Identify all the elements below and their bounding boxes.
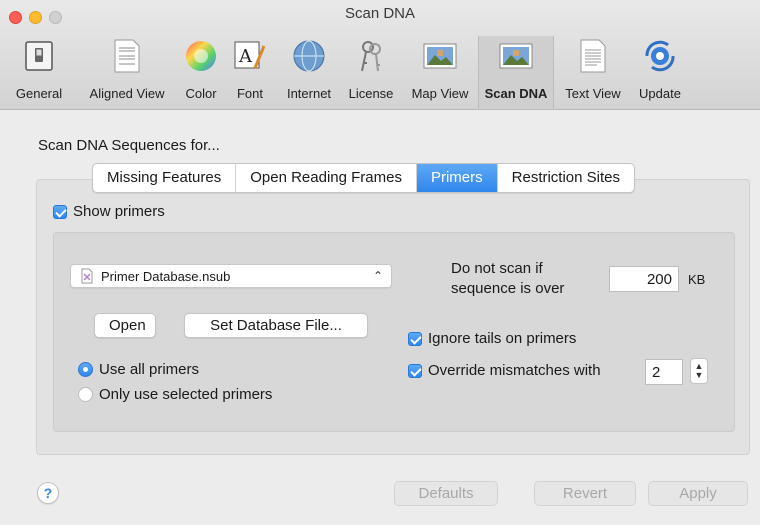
scan-limit-label: Do not scan if sequence is over bbox=[451, 259, 564, 299]
override-mismatches-checkbox[interactable] bbox=[408, 363, 422, 378]
text-document-icon bbox=[575, 38, 611, 74]
color-wheel-icon bbox=[183, 38, 219, 74]
tab-primers[interactable]: Primers bbox=[416, 164, 498, 192]
mismatches-input[interactable]: 2 bbox=[645, 359, 683, 385]
revert-button[interactable]: Revert bbox=[534, 481, 636, 506]
defaults-button[interactable]: Defaults bbox=[394, 481, 498, 506]
only-selected-primers-label: Only use selected primers bbox=[99, 386, 273, 403]
tab-restriction-sites[interactable]: Restriction Sites bbox=[498, 164, 634, 192]
show-primers-option[interactable]: Show primers bbox=[53, 203, 165, 220]
primer-database-popup[interactable]: Primer Database.nsub ⌃ bbox=[70, 264, 392, 288]
toolbar-label: Font bbox=[236, 86, 263, 101]
toolbar-label: Map View bbox=[411, 86, 469, 101]
scan-limit-label-line1: Do not scan if bbox=[451, 260, 543, 277]
toolbar-label: Aligned View bbox=[89, 86, 165, 101]
toolbar-item-font[interactable]: A Font bbox=[228, 36, 272, 108]
keys-icon bbox=[353, 38, 389, 74]
toolbar-item-internet[interactable]: Internet bbox=[278, 36, 340, 108]
tab-open-reading-frames[interactable]: Open Reading Frames bbox=[236, 164, 417, 192]
toolbar-item-update[interactable]: Update bbox=[632, 36, 688, 108]
override-mismatches-option[interactable]: Override mismatches with bbox=[408, 362, 601, 379]
toolbar-label: Update bbox=[639, 86, 681, 101]
stepper-down-icon[interactable]: ▼ bbox=[695, 371, 704, 380]
toolbar-item-text-view[interactable]: Text View bbox=[556, 36, 630, 108]
sync-icon bbox=[642, 38, 678, 74]
tab-bar: Missing Features Open Reading Frames Pri… bbox=[92, 163, 636, 193]
toolbar-item-map-view[interactable]: Map View bbox=[404, 36, 476, 108]
open-button[interactable]: Open bbox=[94, 313, 156, 338]
toolbar-item-general[interactable]: General bbox=[2, 36, 76, 108]
database-popup-value: Primer Database.nsub bbox=[101, 268, 231, 284]
toolbar-label: License bbox=[348, 86, 394, 101]
window-title: Scan DNA bbox=[344, 5, 416, 22]
preferences-window: Scan DNA General Aligned View Color A Fo… bbox=[0, 0, 760, 525]
set-database-file-button[interactable]: Set Database File... bbox=[184, 313, 368, 338]
toolbar-label: Internet bbox=[286, 86, 332, 101]
toolbar-item-scan-dna[interactable]: Scan DNA bbox=[478, 36, 554, 108]
scan-limit-label-line2: sequence is over bbox=[451, 280, 565, 297]
toolbar-label: Scan DNA bbox=[484, 86, 548, 101]
only-selected-primers-radio[interactable] bbox=[78, 387, 93, 402]
tab-missing-features[interactable]: Missing Features bbox=[93, 164, 237, 192]
section-title: Scan DNA Sequences for... bbox=[38, 137, 220, 154]
ignore-tails-checkbox[interactable] bbox=[408, 331, 422, 346]
use-all-primers-label: Use all primers bbox=[99, 361, 200, 378]
override-mismatches-label: Override mismatches with bbox=[428, 362, 601, 379]
title-bar: Scan DNA General Aligned View Color A Fo… bbox=[0, 0, 760, 110]
ignore-tails-option[interactable]: Ignore tails on primers bbox=[408, 330, 576, 347]
mismatches-stepper[interactable]: ▲ ▼ bbox=[690, 358, 708, 384]
scan-limit-input[interactable]: 200 bbox=[609, 266, 679, 292]
photo-icon bbox=[422, 38, 458, 74]
only-selected-primers-option[interactable]: Only use selected primers bbox=[78, 386, 272, 403]
globe-icon bbox=[291, 38, 327, 74]
toolbar-item-aligned-view[interactable]: Aligned View bbox=[80, 36, 174, 108]
toolbar-label: General bbox=[15, 86, 63, 101]
database-file-icon bbox=[81, 268, 93, 284]
font-icon: A bbox=[232, 38, 268, 74]
ignore-tails-label: Ignore tails on primers bbox=[428, 330, 577, 347]
show-primers-checkbox[interactable] bbox=[53, 204, 67, 219]
switch-icon bbox=[21, 38, 57, 74]
document-icon bbox=[109, 38, 145, 74]
toolbar-label: Text View bbox=[565, 86, 621, 101]
toolbar-item-license[interactable]: License bbox=[342, 36, 400, 108]
use-all-primers-radio[interactable] bbox=[78, 362, 93, 377]
photo-icon bbox=[498, 38, 534, 74]
use-all-primers-option[interactable]: Use all primers bbox=[78, 361, 199, 378]
scan-limit-unit: KB bbox=[688, 272, 706, 287]
svg-text:A: A bbox=[238, 46, 253, 67]
help-button[interactable]: ? bbox=[37, 482, 59, 504]
toolbar-label: Color bbox=[185, 86, 217, 101]
up-down-chevron-icon: ⌃ bbox=[372, 269, 383, 283]
show-primers-label: Show primers bbox=[73, 203, 165, 220]
apply-button[interactable]: Apply bbox=[648, 481, 748, 506]
toolbar-item-color[interactable]: Color bbox=[178, 36, 224, 108]
